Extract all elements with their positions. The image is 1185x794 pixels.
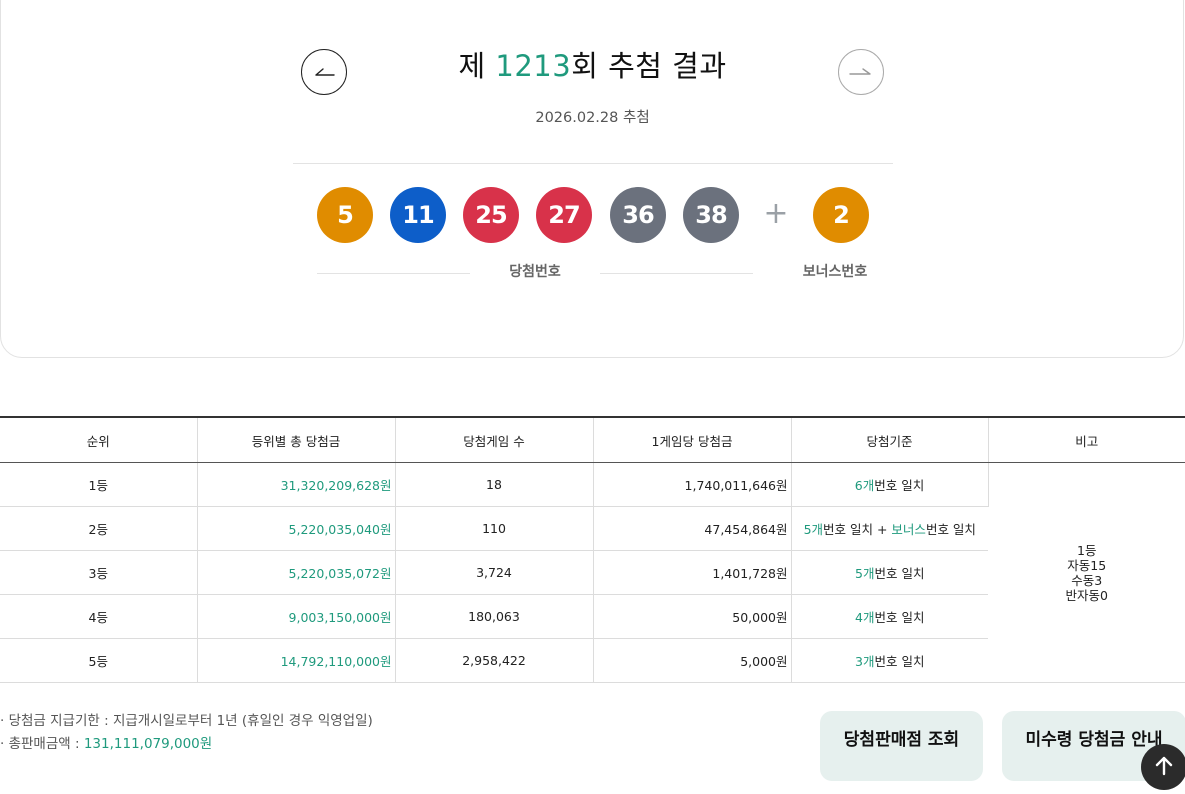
total-prize-cell: 14,792,110,000원 [197, 639, 395, 683]
criteria-text: 번호 일치 [874, 654, 924, 669]
winning-store-search-button[interactable]: 당첨판매점 조회 [820, 711, 983, 781]
prize-per-game-cell: 47,454,864원 [593, 507, 791, 551]
rank-cell: 3등 [0, 551, 197, 595]
bonus-ball: 2 [813, 187, 869, 243]
prize-per-game-cell: 5,000원 [593, 639, 791, 683]
total-sales-label: · 총판매금액 : [0, 736, 84, 752]
scroll-top-button[interactable] [1141, 744, 1185, 790]
criteria-text: 번호 일치 + [823, 522, 891, 537]
divider [293, 163, 893, 164]
draw-title: 제 1213회 추첨 결과 [300, 44, 885, 88]
rank-cell: 4등 [0, 595, 197, 639]
criteria-text: 4개 [855, 610, 874, 625]
winning-games-cell: 3,724 [395, 551, 593, 595]
winning-games-cell: 18 [395, 463, 593, 507]
header-rank: 순위 [0, 417, 197, 463]
header-total-prize: 등위별 총 당첨금 [197, 417, 395, 463]
total-sales-note: · 총판매금액 : 131,111,079,000원 [0, 735, 212, 753]
caption-line-left [317, 273, 470, 274]
criteria-cell: 3개번호 일치 [791, 639, 988, 683]
criteria-text: 5개 [804, 522, 823, 537]
note-line: 반자동0 [989, 588, 1185, 603]
criteria-text: 5개 [855, 566, 874, 581]
criteria-cell: 4개번호 일치 [791, 595, 988, 639]
winning-ball-4: 27 [536, 187, 592, 243]
criteria-text: 6개 [855, 478, 874, 493]
criteria-text: 3개 [855, 654, 874, 669]
table-row: 1등 31,320,209,628원 18 1,740,011,646원 6개번… [0, 463, 1185, 507]
header-winning-games: 당첨게임 수 [395, 417, 593, 463]
criteria-text: 번호 일치 [926, 522, 976, 537]
arrow-up-icon [1141, 744, 1185, 790]
criteria-cell: 5개번호 일치 + 보너스번호 일치 [791, 507, 988, 551]
header-prize-per-game: 1게임당 당첨금 [593, 417, 791, 463]
draw-date: 2026.02.28 추첨 [300, 108, 885, 128]
note-line: 자동15 [989, 558, 1185, 573]
total-sales-value: 131,111,079,000원 [84, 736, 212, 752]
total-prize-cell: 9,003,150,000원 [197, 595, 395, 639]
note-line: 수동3 [989, 573, 1185, 588]
criteria-cell: 6개번호 일치 [791, 463, 988, 507]
criteria-cell: 5개번호 일치 [791, 551, 988, 595]
prize-per-game-cell: 1,740,011,646원 [593, 463, 791, 507]
plus-sign: + [763, 198, 789, 230]
winning-games-cell: 2,958,422 [395, 639, 593, 683]
criteria-text: 번호 일치 [874, 566, 924, 581]
payment-deadline-note: · 당첨금 지급기한 : 지급개시일로부터 1년 (휴일인 경우 익영업일) [0, 712, 373, 730]
total-prize-cell: 31,320,209,628원 [197, 463, 395, 507]
table-header-row: 순위 등위별 총 당첨금 당첨게임 수 1게임당 당첨금 당첨기준 비고 [0, 417, 1185, 463]
bonus-number-label: 보너스번호 [780, 263, 890, 281]
winning-ball-1: 5 [317, 187, 373, 243]
arrow-right-icon [839, 50, 885, 96]
caption-line-right [600, 273, 753, 274]
next-round-button[interactable] [838, 49, 884, 95]
winning-ball-6: 38 [683, 187, 739, 243]
winning-ball-3: 25 [463, 187, 519, 243]
header-note: 비고 [988, 417, 1185, 463]
criteria-text: 번호 일치 [874, 610, 924, 625]
total-prize-cell: 5,220,035,040원 [197, 507, 395, 551]
rank-cell: 1등 [0, 463, 197, 507]
round-number: 1213 [495, 49, 571, 83]
prize-per-game-cell: 1,401,728원 [593, 551, 791, 595]
rank-cell: 2등 [0, 507, 197, 551]
total-prize-cell: 5,220,035,072원 [197, 551, 395, 595]
criteria-text: 보너스 [891, 522, 926, 537]
prize-per-game-cell: 50,000원 [593, 595, 791, 639]
winning-ball-5: 36 [610, 187, 666, 243]
header-criteria: 당첨기준 [791, 417, 988, 463]
criteria-text: 번호 일치 [874, 478, 924, 493]
winning-games-cell: 180,063 [395, 595, 593, 639]
prize-table: 순위 등위별 총 당첨금 당첨게임 수 1게임당 당첨금 당첨기준 비고 1등 … [0, 416, 1185, 683]
winning-numbers-label: 당첨번호 [480, 263, 590, 281]
note-line: 1등 [989, 543, 1185, 558]
note-cell: 1등 자동15 수동3 반자동0 [988, 463, 1185, 683]
winning-games-cell: 110 [395, 507, 593, 551]
rank-cell: 5등 [0, 639, 197, 683]
winning-ball-2: 11 [390, 187, 446, 243]
